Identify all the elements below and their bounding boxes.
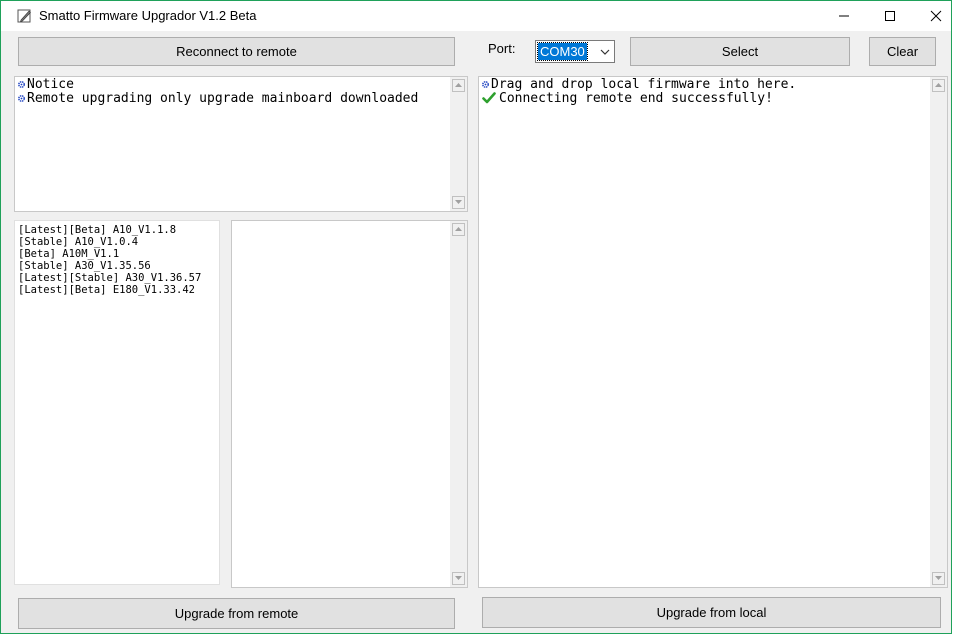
upgrade-from-local-button[interactable]: Upgrade from local [482, 597, 941, 628]
notice-text: Remote upgrading only upgrade mainboard … [27, 90, 419, 106]
details-scrollbar[interactable] [450, 221, 467, 587]
scroll-down-arrow-icon[interactable] [452, 196, 465, 209]
gear-bullet-icon [15, 94, 27, 103]
minimize-button[interactable] [821, 1, 867, 31]
title-bar[interactable]: Smatto Firmware Upgrador V1.2 Beta [1, 1, 951, 31]
firmware-list[interactable]: [Latest][Beta] A10_V1.1.8 [Stable] A10_V… [14, 220, 220, 585]
firmware-list-item[interactable]: [Latest][Beta] E180_V1.33.42 [18, 284, 201, 296]
gear-bullet-icon [15, 80, 27, 89]
minimize-icon [839, 15, 849, 17]
upgrade-from-remote-button[interactable]: Upgrade from remote [18, 598, 455, 629]
port-label: Port: [488, 41, 516, 56]
select-button[interactable]: Select [630, 37, 850, 66]
pen-app-icon [17, 8, 33, 24]
chevron-down-icon[interactable] [596, 41, 614, 62]
window-title: Smatto Firmware Upgrador V1.2 Beta [39, 8, 257, 23]
close-icon [930, 10, 942, 22]
scroll-up-arrow-icon[interactable] [932, 79, 945, 92]
log-line: Connecting remote end successfully! [479, 90, 796, 106]
notice-panel[interactable]: Notice Remote upgrading only upgrade mai… [14, 76, 468, 212]
close-button[interactable] [913, 1, 959, 31]
app-window: Smatto Firmware Upgrador V1.2 Beta Recon… [0, 0, 952, 634]
notice-scrollbar[interactable] [450, 77, 467, 211]
maximize-button[interactable] [867, 1, 913, 31]
reconnect-button[interactable]: Reconnect to remote [18, 37, 455, 66]
port-select-value: COM30 [537, 42, 588, 61]
log-scrollbar[interactable] [930, 77, 947, 587]
scroll-down-arrow-icon[interactable] [932, 572, 945, 585]
log-line: Drag and drop local firmware into here. [479, 78, 796, 92]
firmware-list-item[interactable]: [Stable] A10_V1.0.4 [18, 236, 201, 248]
notice-line: Notice [15, 78, 418, 92]
log-text: Drag and drop local firmware into here. [491, 77, 797, 92]
log-text: Connecting remote end successfully! [499, 90, 773, 106]
log-panel[interactable]: Drag and drop local firmware into here. … [478, 76, 948, 588]
firmware-list-item[interactable]: [Latest][Stable] A30_V1.36.57 [18, 272, 201, 284]
notice-line: Remote upgrading only upgrade mainboard … [15, 90, 419, 106]
scroll-up-arrow-icon[interactable] [452, 223, 465, 236]
firmware-list-item[interactable]: [Latest][Beta] A10_V1.1.8 [18, 224, 201, 236]
firmware-list-item[interactable]: [Beta] A10M_V1.1 [18, 248, 201, 260]
notice-text: Notice [27, 77, 74, 92]
port-select[interactable]: COM30 [535, 40, 615, 63]
details-panel[interactable] [231, 220, 468, 588]
checkmark-icon [479, 92, 499, 104]
clear-button[interactable]: Clear [869, 37, 936, 66]
scroll-up-arrow-icon[interactable] [452, 79, 465, 92]
firmware-list-item[interactable]: [Stable] A30_V1.35.56 [18, 260, 201, 272]
gear-bullet-icon [479, 80, 491, 89]
scroll-down-arrow-icon[interactable] [452, 572, 465, 585]
maximize-icon [885, 11, 895, 21]
